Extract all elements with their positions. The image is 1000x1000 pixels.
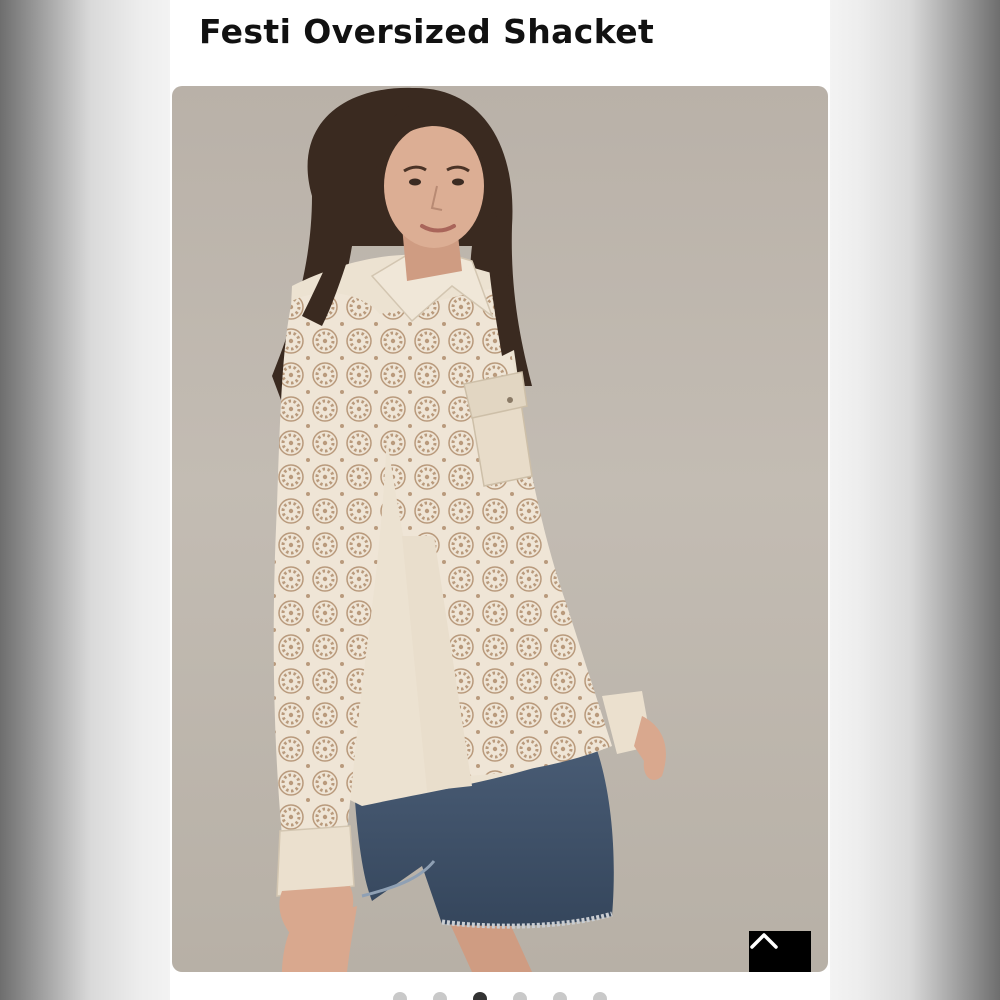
carousel-dot-active[interactable]: [473, 992, 487, 1000]
product-photo-illustration: [272, 87, 666, 972]
product-title: Festi Oversized Shacket: [199, 12, 655, 51]
carousel-dot[interactable]: [433, 992, 447, 1000]
carousel-dots: [170, 992, 830, 1000]
product-image[interactable]: [172, 86, 828, 972]
carousel-dot[interactable]: [593, 992, 607, 1000]
carousel-dot[interactable]: [513, 992, 527, 1000]
back-to-top-button[interactable]: [749, 931, 811, 972]
product-page: Festi Oversized Shacket: [170, 0, 830, 1000]
carousel-dot[interactable]: [553, 992, 567, 1000]
carousel-dot[interactable]: [393, 992, 407, 1000]
chevron-up-icon: [750, 933, 778, 949]
